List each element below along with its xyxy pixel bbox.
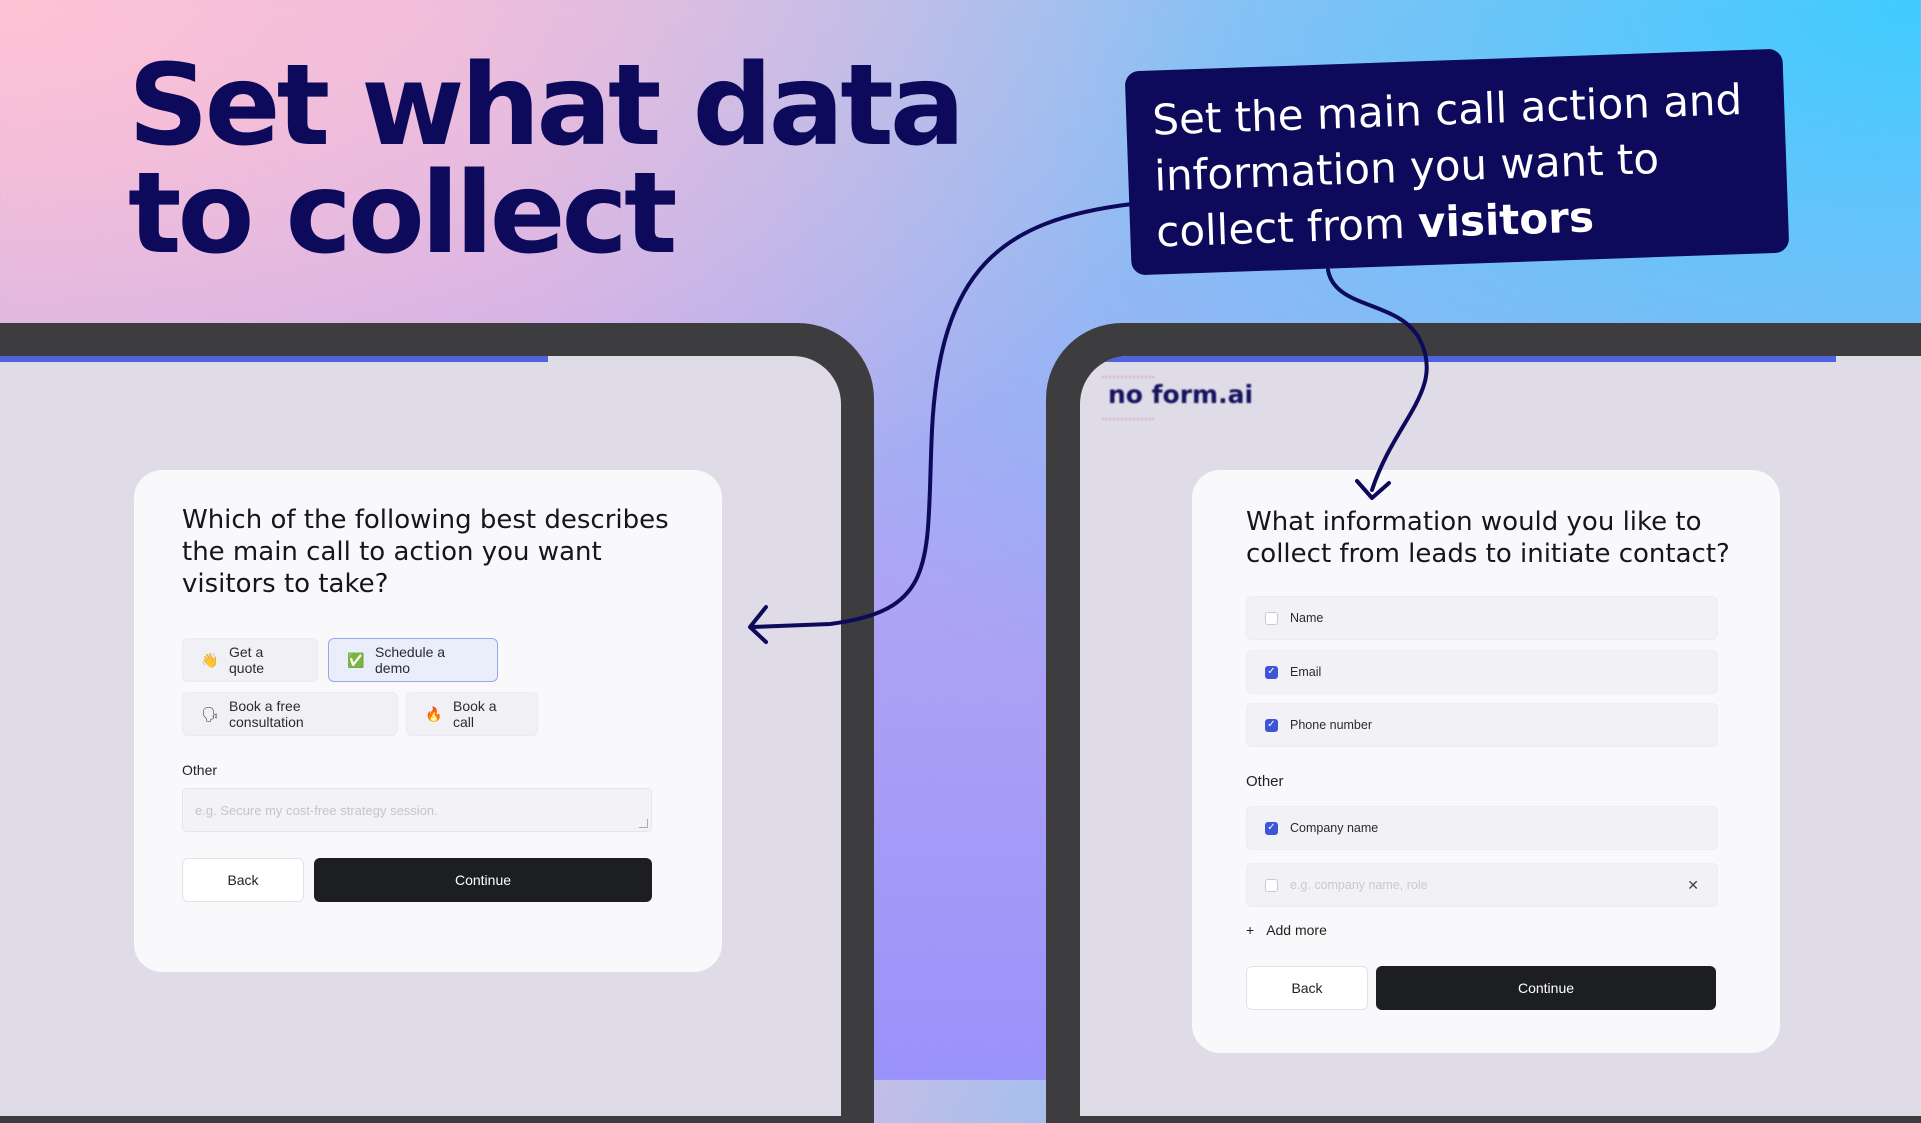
option-label: Schedule a demo bbox=[375, 644, 446, 676]
logo-dots-icon bbox=[1102, 376, 1154, 420]
resize-handle-icon[interactable] bbox=[639, 819, 648, 828]
question-title: Which of the following best describes th… bbox=[182, 505, 669, 599]
close-icon[interactable]: ✕ bbox=[1687, 877, 1699, 894]
option-label: Get a quote bbox=[229, 644, 265, 676]
other-input-placeholder: e.g. Secure my cost-free strategy sessio… bbox=[195, 802, 438, 818]
option-book-a-call[interactable]: 🔥 Book a call bbox=[406, 692, 538, 736]
field-label: Company name bbox=[1290, 821, 1379, 835]
option-label: Book a call bbox=[453, 698, 497, 730]
progress-bar bbox=[1080, 356, 1836, 362]
add-more-label: Add more bbox=[1266, 922, 1327, 938]
back-button[interactable]: Back bbox=[1246, 966, 1368, 1010]
option-schedule-a-demo[interactable]: ✅ Schedule a demo bbox=[328, 638, 498, 682]
option-label: Book a free consultation bbox=[229, 698, 304, 730]
check-mark-icon: ✅ bbox=[347, 651, 365, 668]
checkbox-checked-icon[interactable]: ✓ bbox=[1265, 718, 1278, 732]
checkbox-unchecked-icon[interactable] bbox=[1265, 878, 1278, 892]
question-title: What information would you like to colle… bbox=[1246, 507, 1730, 569]
headline: Set what data to collect bbox=[128, 50, 965, 270]
checkbox-checked-icon[interactable]: ✓ bbox=[1265, 821, 1278, 835]
fire-icon: 🔥 bbox=[425, 705, 443, 722]
contact-info-card: What information would you like to colle… bbox=[1192, 470, 1780, 1053]
other-input[interactable]: e.g. Secure my cost-free strategy sessio… bbox=[182, 788, 652, 832]
back-button[interactable]: Back bbox=[182, 858, 304, 902]
option-book-free-consultation[interactable]: 🗣 Book a free consultation bbox=[182, 692, 398, 736]
field-option-email[interactable]: ✓ Email bbox=[1246, 650, 1718, 694]
continue-button[interactable]: Continue bbox=[314, 858, 652, 902]
waving-hand-icon: 👋 bbox=[201, 651, 219, 668]
callout-text: Set the main call action and information… bbox=[1151, 71, 1762, 260]
other-label: Other bbox=[1246, 773, 1284, 790]
other-label: Other bbox=[182, 762, 218, 778]
callout-box: Set the main call action and information… bbox=[1124, 48, 1790, 276]
progress-bar bbox=[0, 356, 548, 362]
checkbox-checked-icon[interactable]: ✓ bbox=[1265, 665, 1278, 679]
field-label: Phone number bbox=[1290, 718, 1373, 732]
plus-icon: + bbox=[1246, 922, 1255, 938]
add-more-button[interactable]: + Add more bbox=[1246, 922, 1327, 938]
field-option-name[interactable]: Name bbox=[1246, 596, 1718, 640]
field-option-phone[interactable]: ✓ Phone number bbox=[1246, 703, 1718, 747]
callout-text-bold: visitors bbox=[1417, 192, 1595, 248]
headline-line-2: to collect bbox=[128, 149, 677, 279]
field-option-company-name[interactable]: ✓ Company name bbox=[1246, 806, 1718, 850]
option-get-a-quote[interactable]: 👋 Get a quote bbox=[182, 638, 318, 682]
speaking-head-icon: 🗣 bbox=[201, 705, 219, 722]
field-label: Email bbox=[1290, 665, 1322, 679]
continue-button[interactable]: Continue bbox=[1376, 966, 1716, 1010]
logo: no form.ai bbox=[1102, 376, 1253, 420]
cta-question-card: Which of the following best describes th… bbox=[134, 470, 722, 972]
field-label: Name bbox=[1290, 611, 1324, 625]
checkbox-unchecked-icon[interactable] bbox=[1265, 611, 1278, 625]
new-field-placeholder: e.g. company name, role bbox=[1290, 878, 1428, 892]
new-field-input[interactable]: e.g. company name, role ✕ bbox=[1246, 863, 1718, 907]
